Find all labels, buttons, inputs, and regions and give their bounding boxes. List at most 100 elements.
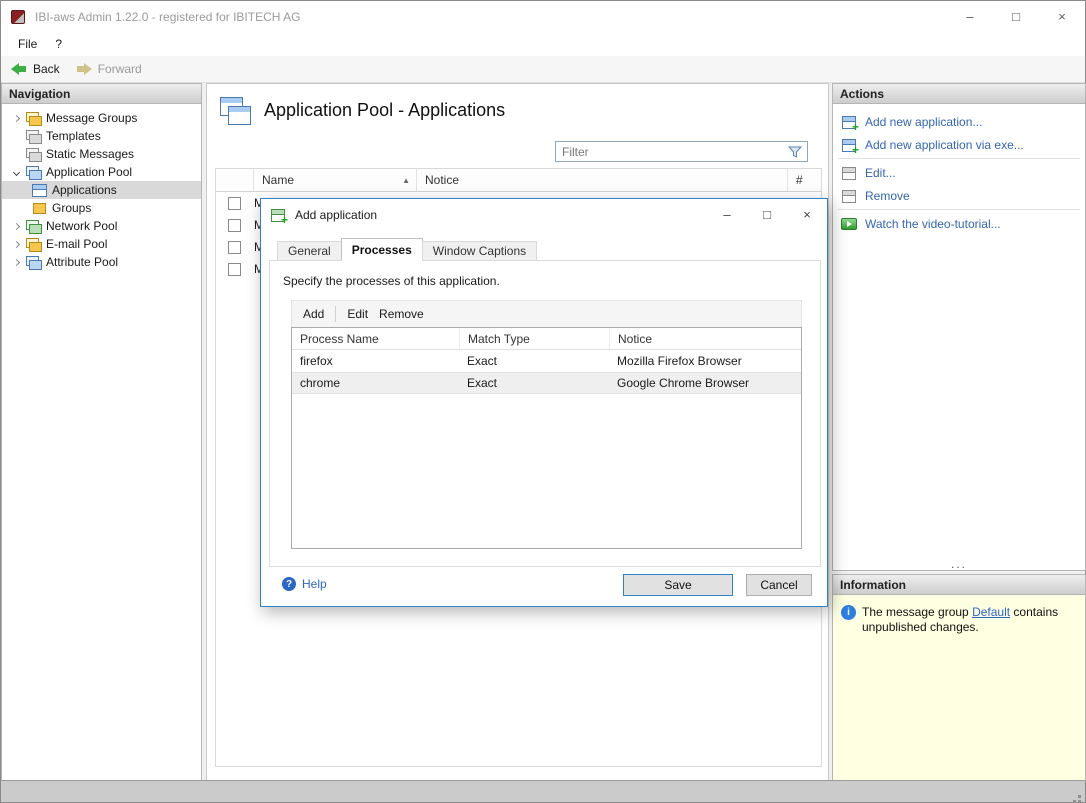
maximize-button[interactable]: □ xyxy=(993,1,1039,32)
expand-chevron-icon[interactable] xyxy=(9,111,23,125)
actions-panel: Actions Add new application... Add new a… xyxy=(832,83,1086,571)
remove-process-button[interactable]: Remove xyxy=(379,307,424,321)
edit-icon xyxy=(841,165,857,181)
processes-table: Process Name Match Type Notice firefox E… xyxy=(291,327,802,549)
panel-splitter-handle[interactable]: ... xyxy=(833,558,1085,570)
default-message-group-link[interactable]: Default xyxy=(972,605,1010,619)
forward-button[interactable]: Forward xyxy=(76,62,142,76)
info-text-before: The message group xyxy=(862,605,973,619)
sidebar-item-message-groups[interactable]: Message Groups xyxy=(2,109,201,127)
action-add-new-application-via-exe[interactable]: Add new application via exe... xyxy=(833,133,1085,156)
dialog-maximize-button[interactable]: □ xyxy=(747,199,787,230)
save-button[interactable]: Save xyxy=(623,574,733,596)
sidebar-item-application-pool[interactable]: Application Pool xyxy=(2,163,201,181)
column-header-count[interactable]: # xyxy=(787,169,821,191)
action-edit[interactable]: Edit... xyxy=(833,161,1085,184)
menu-file[interactable]: File xyxy=(9,34,46,54)
dialog-minimize-button[interactable]: – xyxy=(707,199,747,230)
column-header-notice[interactable]: Notice xyxy=(416,169,787,191)
dialog-close-button[interactable]: × xyxy=(787,199,827,230)
row-checkbox[interactable] xyxy=(228,196,241,210)
add-process-button[interactable]: Add xyxy=(303,307,324,321)
dialog-controls: – □ × xyxy=(707,199,827,230)
sidebar-item-label: Network Pool xyxy=(46,219,118,233)
sidebar-item-label: Groups xyxy=(52,201,92,215)
sidebar-item-label: Attribute Pool xyxy=(46,255,119,269)
row-checkbox[interactable] xyxy=(228,218,241,232)
toolbar-separator xyxy=(335,306,337,322)
main-header: Application Pool - Applications xyxy=(207,84,828,125)
minimize-button[interactable]: – xyxy=(947,1,993,32)
filter-funnel-icon[interactable] xyxy=(788,146,802,158)
collapse-chevron-icon[interactable] xyxy=(9,165,23,179)
sidebar-item-applications[interactable]: Applications xyxy=(2,181,201,199)
sidebar-item-groups[interactable]: Groups xyxy=(2,199,201,217)
remove-icon xyxy=(841,188,857,204)
edit-process-button[interactable]: Edit xyxy=(347,307,368,321)
column-header-label: Name xyxy=(262,173,295,187)
process-row-firefox[interactable]: firefox Exact Mozilla Firefox Browser xyxy=(292,350,801,372)
help-link[interactable]: Help xyxy=(282,577,327,591)
video-tutorial-icon xyxy=(841,217,857,230)
sidebar-item-templates[interactable]: Templates xyxy=(2,127,201,145)
row-checkbox[interactable] xyxy=(228,262,241,276)
message-groups-icon xyxy=(25,110,42,126)
application-pool-large-icon xyxy=(220,97,251,125)
tab-processes[interactable]: Processes xyxy=(340,238,423,261)
processes-table-header: Process Name Match Type Notice xyxy=(292,328,801,350)
process-row-chrome[interactable]: chrome Exact Google Chrome Browser xyxy=(292,372,801,394)
expand-chevron-icon[interactable] xyxy=(9,255,23,269)
groups-icon xyxy=(31,200,47,216)
sort-ascending-icon: ▲ xyxy=(402,175,410,185)
menu-help[interactable]: ? xyxy=(46,34,71,54)
filter-input[interactable] xyxy=(556,144,788,159)
add-application-dialog-icon xyxy=(270,207,286,223)
row-checkbox[interactable] xyxy=(228,240,241,254)
column-header-label: Notice xyxy=(618,331,653,346)
tab-window-captions[interactable]: Window Captions xyxy=(421,241,538,261)
column-header-label: # xyxy=(796,173,803,187)
back-button[interactable]: Back xyxy=(11,62,60,76)
navigation-panel-header: Navigation xyxy=(2,84,201,104)
info-icon xyxy=(841,605,856,620)
sidebar-item-attribute-pool[interactable]: Attribute Pool xyxy=(2,253,201,271)
actions-separator xyxy=(838,209,1080,210)
actions-panel-header: Actions xyxy=(833,84,1085,104)
expand-chevron-icon[interactable] xyxy=(9,237,23,251)
help-label: Help xyxy=(302,577,327,591)
process-name-cell: chrome xyxy=(300,376,341,390)
sidebar-item-email-pool[interactable]: E-mail Pool xyxy=(2,235,201,253)
tab-general[interactable]: General xyxy=(277,241,342,261)
action-label: Watch the video-tutorial... xyxy=(865,216,1001,231)
column-header-process-name[interactable]: Process Name xyxy=(292,328,459,349)
information-body: The message group Default contains unpub… xyxy=(833,595,1085,780)
match-type-cell: Exact xyxy=(467,376,498,390)
action-remove[interactable]: Remove xyxy=(833,184,1085,207)
sidebar-item-label: Templates xyxy=(46,129,101,143)
sidebar-item-static-messages[interactable]: Static Messages xyxy=(2,145,201,163)
action-label: Add new application... xyxy=(865,114,983,129)
column-header-label: Match Type xyxy=(468,331,530,346)
dialog-tabs: General Processes Window Captions xyxy=(277,238,538,261)
resize-grip[interactable] xyxy=(1078,795,1081,798)
expand-chevron-icon[interactable] xyxy=(9,219,23,233)
actions-list: Add new application... Add new applicati… xyxy=(833,104,1085,235)
help-icon xyxy=(282,577,296,591)
sidebar-item-network-pool[interactable]: Network Pool xyxy=(2,217,201,235)
action-add-new-application[interactable]: Add new application... xyxy=(833,110,1085,133)
status-bar xyxy=(1,780,1085,802)
sidebar-item-label: Message Groups xyxy=(46,111,138,125)
cancel-button[interactable]: Cancel xyxy=(746,574,812,596)
filter-box xyxy=(555,141,808,162)
column-header-name[interactable]: Name ▲ xyxy=(253,169,416,191)
close-button[interactable]: × xyxy=(1039,1,1085,32)
action-watch-video-tutorial[interactable]: Watch the video-tutorial... xyxy=(833,212,1085,235)
templates-icon xyxy=(25,128,42,144)
static-messages-icon xyxy=(25,146,42,162)
menu-bar: File ? xyxy=(1,32,1085,56)
window-title: IBI-aws Admin 1.22.0 - registered for IB… xyxy=(35,9,301,24)
column-header-notice[interactable]: Notice xyxy=(609,328,801,349)
column-header-match-type[interactable]: Match Type xyxy=(459,328,609,349)
